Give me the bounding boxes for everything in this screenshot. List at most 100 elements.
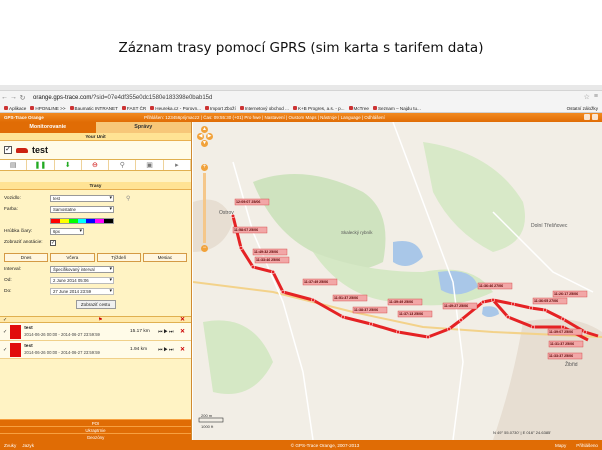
od-input[interactable]: 2 June 2014 05:06 — [50, 277, 114, 284]
color-swatch[interactable] — [77, 218, 87, 223]
waypoint-label[interactable]: 11:31:37 25/06 — [548, 340, 584, 348]
range-tyzden[interactable]: Týždeň — [96, 253, 141, 262]
bookmark-item[interactable]: Heureka.cz - Porovn... — [150, 106, 201, 111]
anotacie-checkbox[interactable]: ✓ — [50, 239, 56, 246]
trip-checkbox[interactable]: ✓ — [3, 347, 7, 353]
waypoint-label[interactable]: 11:49:32 25/06 — [252, 248, 288, 256]
color-palette[interactable] — [50, 217, 114, 224]
vozidlo-select[interactable]: test — [50, 195, 114, 202]
route-point[interactable] — [395, 329, 401, 335]
route-point[interactable] — [280, 289, 286, 295]
route-point[interactable] — [542, 307, 548, 313]
route-point[interactable] — [582, 329, 588, 335]
waypoint-label[interactable]: 11:36:05 27/06 — [532, 297, 568, 305]
route-point[interactable] — [238, 245, 244, 251]
poi-link[interactable]: POI — [0, 419, 191, 426]
menu-icon[interactable]: ≡ — [594, 93, 598, 101]
pan-up-icon[interactable]: ▲ — [201, 126, 208, 133]
show-route-button[interactable]: Zobraziť cestu — [75, 300, 116, 309]
trip-close-icon[interactable]: ✕ — [180, 346, 185, 353]
zoom-out-icon[interactable]: − — [201, 245, 208, 252]
play-icon[interactable]: ▸ — [164, 160, 191, 170]
route-point[interactable] — [528, 305, 534, 311]
route-point[interactable] — [505, 314, 511, 320]
range-vcera[interactable]: Včera — [50, 253, 95, 262]
geozony-link[interactable]: Geozóny — [0, 433, 191, 440]
farba-select[interactable]: Samostatne — [50, 206, 114, 213]
trip-row[interactable]: ✓ test 2014-06-26 00:00 - 2014-06-27 23:… — [0, 341, 191, 359]
trip-player-controls[interactable]: ⏮▶⏭ — [158, 347, 174, 353]
pan-down-icon[interactable]: ▼ — [201, 140, 208, 147]
link-icon[interactable]: ⚲ — [109, 160, 137, 170]
hrubka-select[interactable]: 6px — [50, 228, 84, 235]
pin-icon[interactable]: ⚲ — [126, 195, 130, 202]
star-icon[interactable]: ☆ — [584, 93, 590, 101]
waypoint-label[interactable]: 11:37:13 25/06 — [397, 310, 433, 318]
unit-row[interactable]: ✓ test — [0, 141, 191, 159]
color-swatch[interactable] — [104, 218, 114, 223]
pause-icon[interactable]: ❚❚ — [27, 160, 55, 170]
forward-icon[interactable]: → — [9, 94, 18, 101]
bookmark-item[interactable]: FAST ČR — [121, 106, 146, 111]
color-swatch[interactable] — [51, 218, 60, 223]
image-icon[interactable]: ▣ — [136, 160, 164, 170]
color-swatch[interactable] — [95, 218, 105, 223]
waypoint-label[interactable]: 11:37:49 25/06 — [302, 278, 338, 286]
waypoint-label[interactable]: 11:58:07 25/06 — [232, 226, 268, 234]
url-field[interactable]: orange.gps-trace.com/?sid=07e4df355e0dc1… — [33, 95, 212, 101]
header-menu[interactable]: Přihlášen: 123456prijmacz2 | Čas: 09:55:… — [144, 115, 494, 120]
color-swatch[interactable] — [59, 218, 69, 223]
route-point[interactable] — [368, 321, 374, 327]
help-icon[interactable] — [584, 114, 590, 120]
bookmark-item[interactable]: Seznam – Najdu tu... — [372, 106, 421, 111]
locate-icon[interactable]: ⬇ — [55, 160, 82, 170]
reload-icon[interactable]: ↻ — [18, 94, 27, 102]
trip-close-icon[interactable]: ✕ — [180, 328, 185, 335]
waypoint-label[interactable]: 11:51:37 25/06 — [332, 294, 368, 302]
waypoint-label[interactable]: 11:36:46 27/06 — [477, 282, 513, 290]
info-icon[interactable]: ▤ — [0, 160, 28, 170]
route-point[interactable] — [250, 264, 256, 270]
range-mesiac[interactable]: Mesiac — [142, 253, 187, 262]
stop-icon[interactable]: ⊖ — [82, 160, 110, 170]
pan-right-icon[interactable]: ▶ — [206, 133, 213, 140]
tab-monitorovanie[interactable]: Monitorovanie — [0, 122, 96, 133]
bookmark-item[interactable]: Aplikace — [4, 106, 26, 111]
route-point[interactable] — [560, 316, 566, 322]
route-point[interactable] — [270, 269, 276, 275]
footer-maps[interactable]: Mapy — [555, 443, 566, 448]
route-point[interactable] — [480, 299, 486, 305]
footer-logged-in[interactable]: Přihlášeno — [576, 443, 598, 448]
bookmark-item[interactable]: K+B Progres, a.s. - p... — [292, 106, 345, 111]
route-point[interactable] — [310, 297, 316, 303]
route-point[interactable] — [560, 324, 566, 330]
settings-icon[interactable] — [592, 114, 598, 120]
map-canvas[interactable]: 12:09:07 25/06 11:58:07 25/06 11:49:32 25/… — [193, 122, 602, 440]
bookmark-item[interactable]: HPONLINE >> — [30, 106, 66, 111]
map-pan-control[interactable]: ▲ ◀ ▶ ▼ — [197, 126, 213, 160]
bookmark-item[interactable]: Baumatic INTRANET — [69, 106, 118, 111]
other-bookmarks[interactable]: Ostatní záložky — [567, 106, 598, 111]
trip-checkbox[interactable]: ✓ — [3, 329, 7, 335]
waypoint-label[interactable]: 11:33:46 25/06 — [254, 256, 290, 264]
bookmark-item[interactable]: McTree — [348, 106, 369, 111]
route-point[interactable] — [458, 317, 464, 323]
route-point[interactable] — [425, 334, 431, 340]
route-point[interactable] — [340, 314, 346, 320]
do-input[interactable]: 27 June 2014 23:59 — [50, 288, 114, 295]
waypoint-label[interactable]: 11:39:07 25/06 — [547, 328, 583, 336]
interval-select[interactable]: Špecifikovaný interval — [50, 266, 114, 273]
waypoint-label[interactable]: 12:09:07 25/06 — [234, 198, 270, 206]
zoom-slider[interactable]: + − — [201, 164, 208, 254]
trip-player-controls[interactable]: ⏮▶⏭ — [158, 329, 174, 335]
route-point[interactable] — [530, 324, 536, 330]
ukraptrnie-link[interactable]: Ukraptrnie — [0, 426, 191, 433]
range-dnes[interactable]: Dnes — [4, 253, 49, 262]
pan-left-icon[interactable]: ◀ — [197, 133, 204, 140]
footer-sounds[interactable]: Zvuky — [4, 443, 16, 448]
route-point[interactable] — [490, 297, 496, 303]
map-view[interactable]: 12:09:07 25/06 11:58:07 25/06 11:49:32 25/… — [193, 122, 602, 440]
footer-language[interactable]: Jazyk — [22, 443, 34, 448]
route-point[interactable] — [446, 326, 452, 332]
back-icon[interactable]: ← — [0, 94, 9, 101]
